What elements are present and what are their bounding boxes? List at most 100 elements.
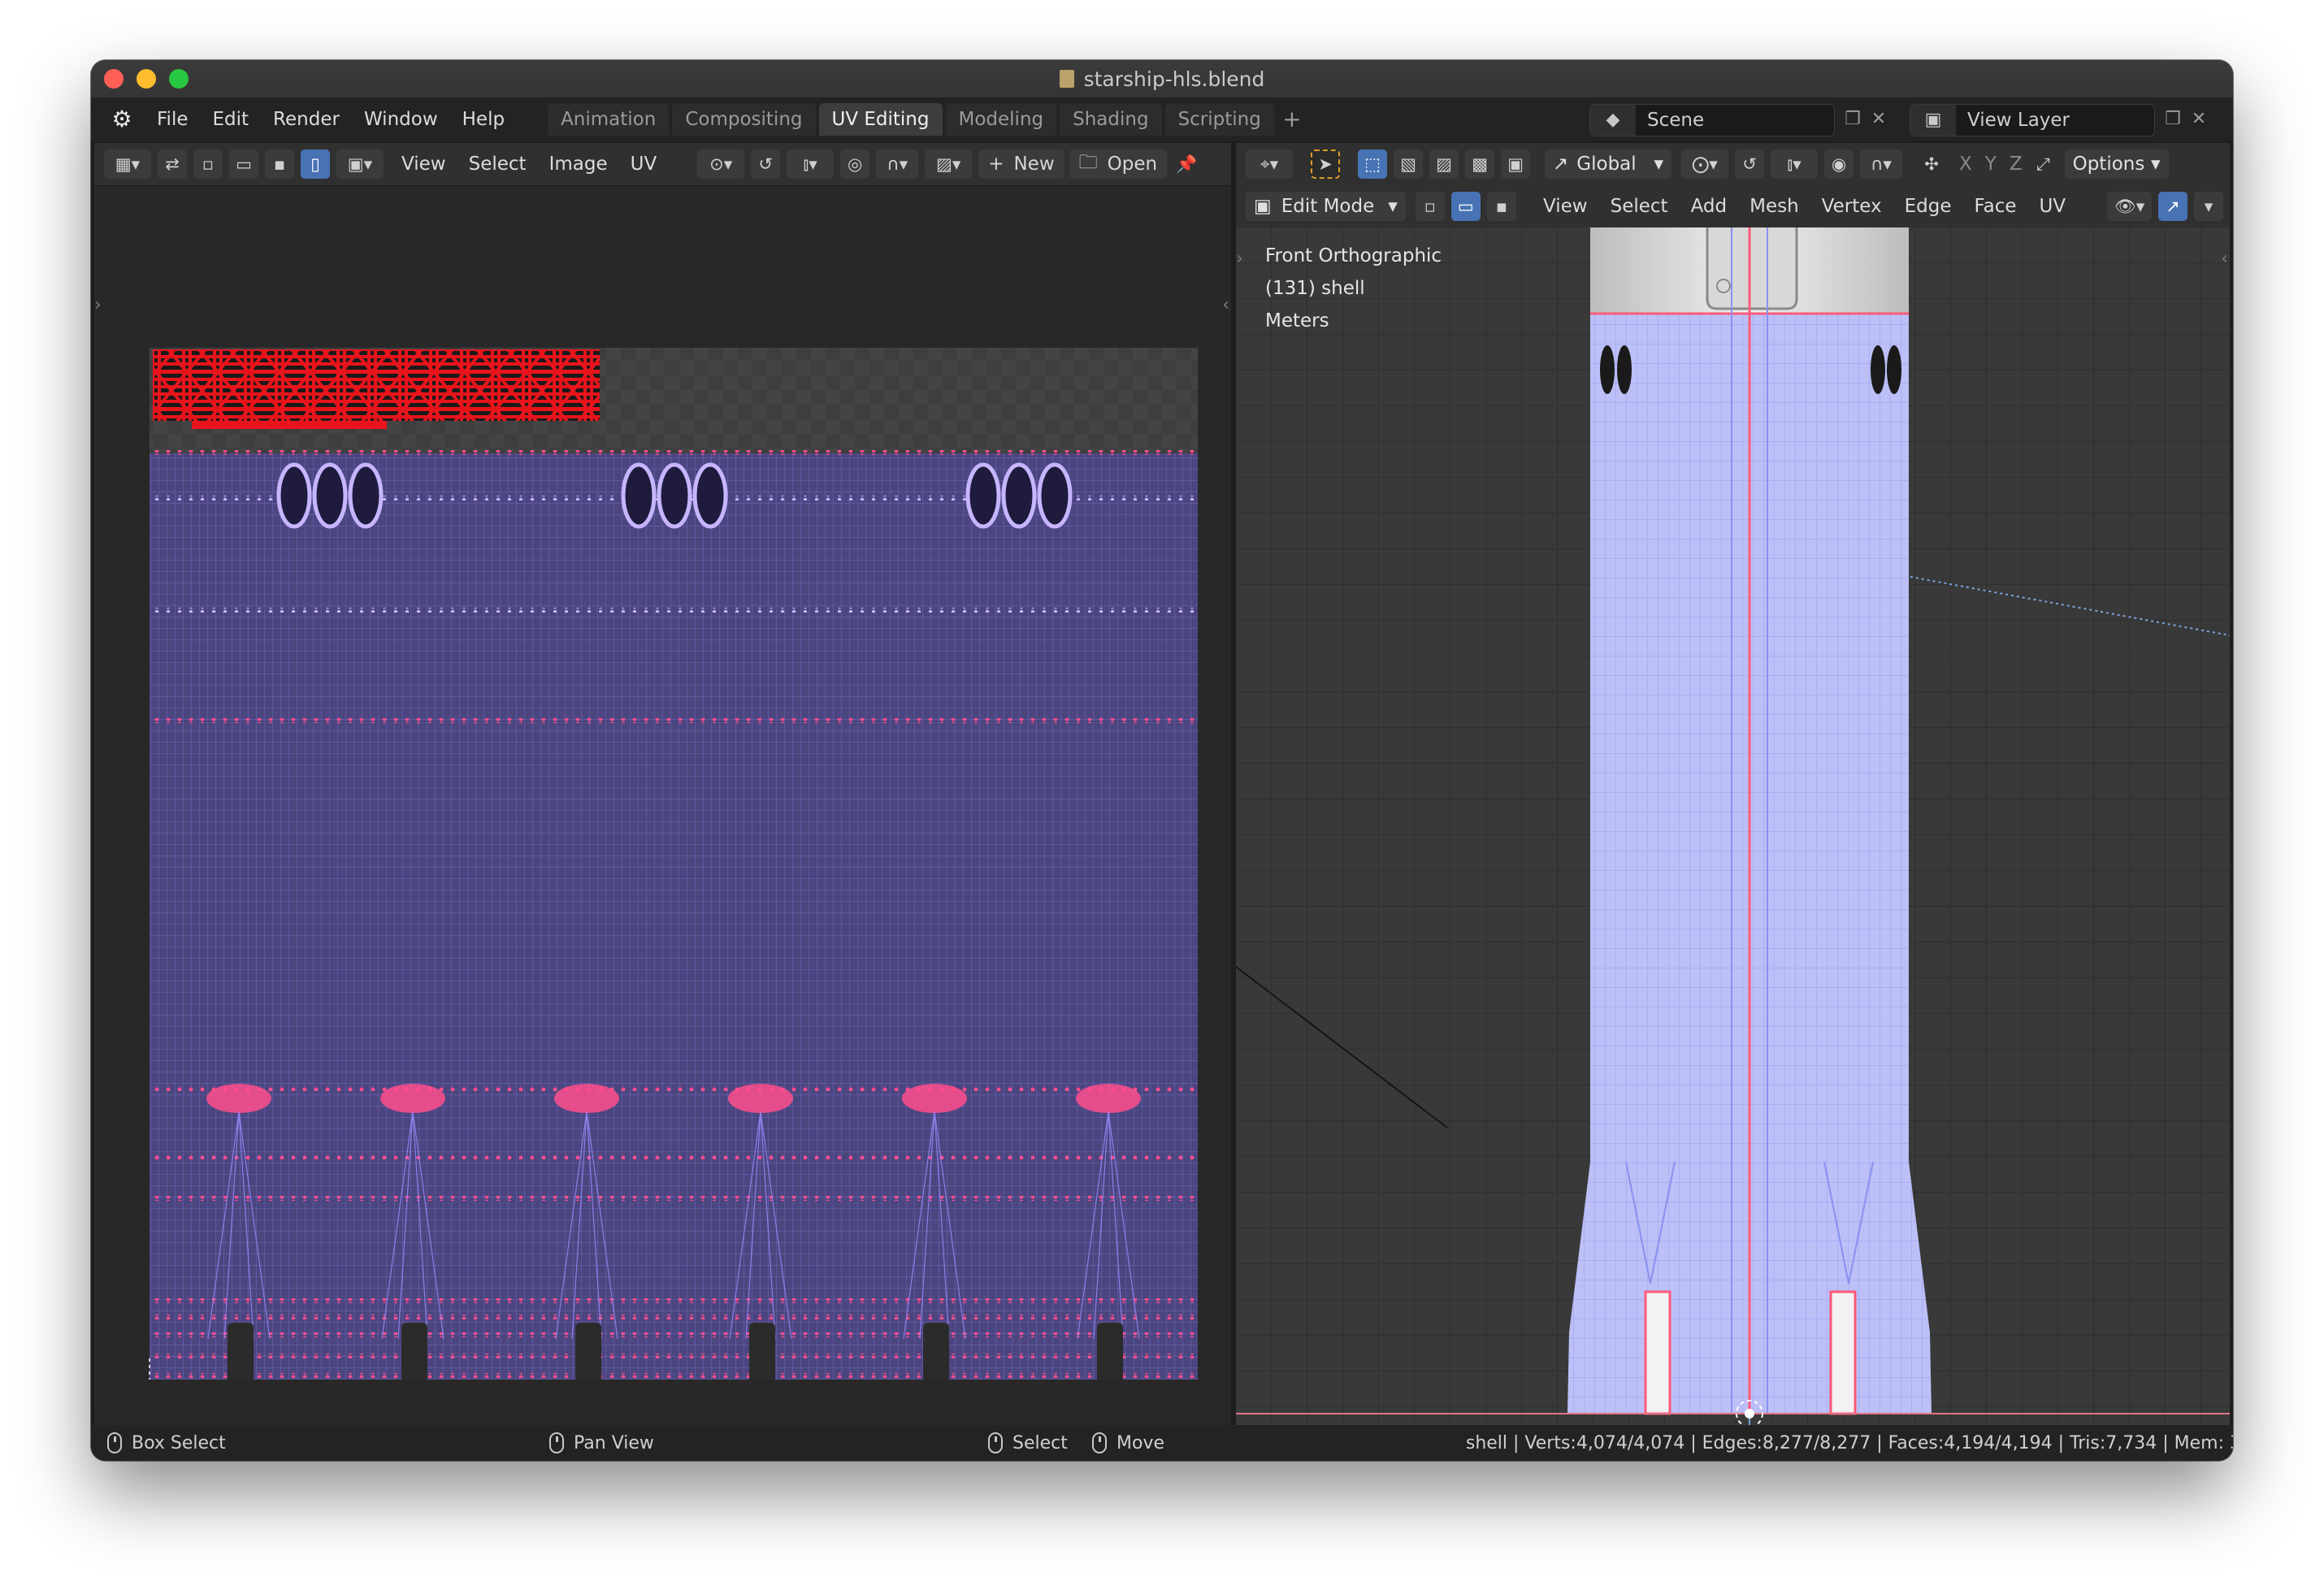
uv-seam-row	[150, 1086, 1198, 1091]
menu-uv[interactable]: UV	[2028, 196, 2078, 217]
delete-view-layer-icon[interactable]: ✕	[2184, 104, 2213, 135]
snap-icon[interactable]: ↺	[1735, 149, 1764, 179]
open-image-button[interactable]: 🗀 Open	[1069, 149, 1168, 179]
menu-mesh[interactable]: Mesh	[1738, 196, 1810, 217]
new-image-button[interactable]: + New	[978, 149, 1064, 179]
editor-type-icon[interactable]: ▦▾	[104, 149, 151, 179]
menu-render[interactable]: Render	[261, 97, 352, 141]
sync-selection-icon[interactable]: ⇄	[158, 149, 187, 179]
menu-file[interactable]: File	[145, 97, 201, 141]
mirror-z-toggle[interactable]: Z	[2003, 154, 2029, 175]
view-layer-icon: ▣	[1910, 105, 1956, 136]
select-box-invert-icon[interactable]: ▩	[1465, 149, 1494, 179]
scene-selector[interactable]: ◆ Scene	[1589, 104, 1835, 136]
sidebar-expand-icon[interactable]: ‹	[1222, 295, 1229, 315]
add-workspace-button[interactable]: +	[1277, 103, 1307, 136]
proportional-editing-icon[interactable]: ◎	[840, 149, 870, 179]
island-select-icon[interactable]: ▯	[301, 149, 330, 179]
pivot-point-icon[interactable]: ⨀▾	[1681, 149, 1728, 179]
tab-animation[interactable]: Animation	[548, 103, 670, 136]
new-view-layer-icon[interactable]: ❐	[2158, 104, 2187, 135]
workspace-tabs: Animation Compositing UV Editing Modelin…	[548, 103, 1307, 136]
tab-modeling[interactable]: Modeling	[945, 103, 1057, 136]
sidebar-expand-icon[interactable]: ‹	[2221, 249, 2228, 269]
toolbar-expand-icon[interactable]: ›	[1236, 249, 1243, 269]
tab-shading[interactable]: Shading	[1060, 103, 1162, 136]
image-browse-icon[interactable]: ▨▾	[925, 149, 973, 179]
mirror-icon[interactable]: ✣	[1917, 149, 1946, 179]
pin-icon[interactable]: 📌	[1172, 149, 1201, 179]
menu-add[interactable]: Add	[1680, 196, 1739, 217]
visibility-eye-icon[interactable]: 👁▾	[2107, 192, 2152, 221]
minimize-button[interactable]	[137, 69, 156, 89]
editor-type-icon[interactable]: ⌖▾	[1246, 149, 1293, 179]
select-box-subtract-icon[interactable]: ▨	[1429, 149, 1459, 179]
menu-image[interactable]: Image	[538, 154, 619, 175]
edge-select-mode-icon[interactable]: ▭	[1450, 192, 1481, 221]
chevron-down-icon: ▾	[1388, 196, 1398, 217]
viewport-canvas[interactable]: Front Orthographic (131) shell Meters › …	[1236, 227, 2230, 1425]
proportional-editing-icon[interactable]: ◉	[1824, 149, 1854, 179]
open-label: Open	[1107, 154, 1158, 175]
snap-target-icon[interactable]: ⫾▾	[787, 149, 835, 179]
mouse-middle-icon	[549, 1432, 564, 1453]
uv-seam-row	[150, 450, 1198, 455]
view-layer-selector[interactable]: ▣ View Layer	[1910, 104, 2155, 136]
3d-viewport: ⌖▾ ➤ ⬚ ▧ ▨ ▩ ▣ ↗ Global ▾ ⨀▾ ↺ ⫾▾ ◉ ∩▾ ✣…	[1236, 143, 2230, 1425]
mouse-left-icon	[107, 1432, 122, 1453]
delete-scene-icon[interactable]: ✕	[1864, 104, 1893, 135]
menu-edit[interactable]: Edit	[201, 97, 262, 141]
toolbar-expand-icon[interactable]: ›	[94, 295, 102, 315]
gizmo-dropdown-icon[interactable]: ▾	[2194, 192, 2223, 221]
menu-select[interactable]: Select	[1599, 196, 1680, 217]
mirror-y-toggle[interactable]: Y	[1979, 154, 2003, 175]
menu-edge[interactable]: Edge	[1893, 196, 1963, 217]
tab-uv-editing[interactable]: UV Editing	[818, 103, 943, 136]
blender-logo-icon[interactable]: ⚙	[109, 106, 135, 132]
tab-scripting[interactable]: Scripting	[1164, 103, 1274, 136]
select-tool-icon[interactable]: ➤	[1311, 149, 1340, 179]
menu-view[interactable]: View	[390, 154, 457, 175]
select-box-extend-icon[interactable]: ▧	[1394, 149, 1423, 179]
snap-target-icon[interactable]: ⫾▾	[1771, 149, 1818, 179]
red-uv-strip	[192, 421, 387, 429]
transform-orientation-dropdown[interactable]: ↗ Global ▾	[1545, 149, 1671, 179]
status-move: Move	[1092, 1432, 1164, 1453]
blend-file-icon	[1059, 70, 1074, 88]
tab-compositing[interactable]: Compositing	[672, 103, 816, 136]
select-box-intersect-icon[interactable]: ▣	[1501, 149, 1530, 179]
menu-help[interactable]: Help	[450, 97, 517, 141]
select-box-new-icon[interactable]: ⬚	[1358, 149, 1387, 179]
options-dropdown[interactable]: Options ▾	[2064, 149, 2169, 179]
falloff-icon[interactable]: ∩▾	[876, 149, 919, 179]
sticky-select-icon[interactable]: ▣▾	[336, 149, 384, 179]
gizmo-icon[interactable]: ↗	[2158, 192, 2187, 221]
menu-window[interactable]: Window	[352, 97, 450, 141]
edge-select-icon[interactable]: ▭	[229, 149, 258, 179]
pivot-icon[interactable]: ⊙▾	[697, 149, 745, 179]
snap-icon[interactable]: ↺	[751, 149, 781, 179]
mode-dropdown[interactable]: ▣ Edit Mode ▾	[1246, 192, 1406, 221]
menu-uv[interactable]: UV	[619, 154, 669, 175]
mouse-right-icon	[1092, 1432, 1107, 1453]
new-scene-icon[interactable]: ❐	[1838, 104, 1867, 135]
mirror-x-toggle[interactable]: X	[1953, 154, 1979, 175]
ship-hatch	[1706, 227, 1798, 310]
view-layer-name: View Layer	[1967, 110, 2070, 131]
menu-select[interactable]: Select	[457, 154, 538, 175]
menu-view[interactable]: View	[1532, 196, 1599, 217]
select-label: Select	[1012, 1432, 1068, 1453]
folder-icon: 🗀	[1078, 151, 1098, 173]
uv-canvas[interactable]: › ‹	[94, 185, 1231, 1425]
falloff-icon[interactable]: ∩▾	[1860, 149, 1902, 179]
menu-vertex[interactable]: Vertex	[1810, 196, 1893, 217]
auto-merge-icon[interactable]: ⤢	[2029, 149, 2058, 179]
maximize-button[interactable]	[169, 69, 189, 89]
close-button[interactable]	[104, 69, 124, 89]
vertex-select-icon[interactable]: ▫	[193, 149, 223, 179]
uv-vertex-row	[150, 608, 1198, 613]
menu-face[interactable]: Face	[1963, 196, 2028, 217]
face-select-mode-icon[interactable]: ▪	[1486, 192, 1516, 221]
face-select-icon[interactable]: ▪	[265, 149, 294, 179]
vertex-select-mode-icon[interactable]: ▫	[1415, 192, 1445, 221]
